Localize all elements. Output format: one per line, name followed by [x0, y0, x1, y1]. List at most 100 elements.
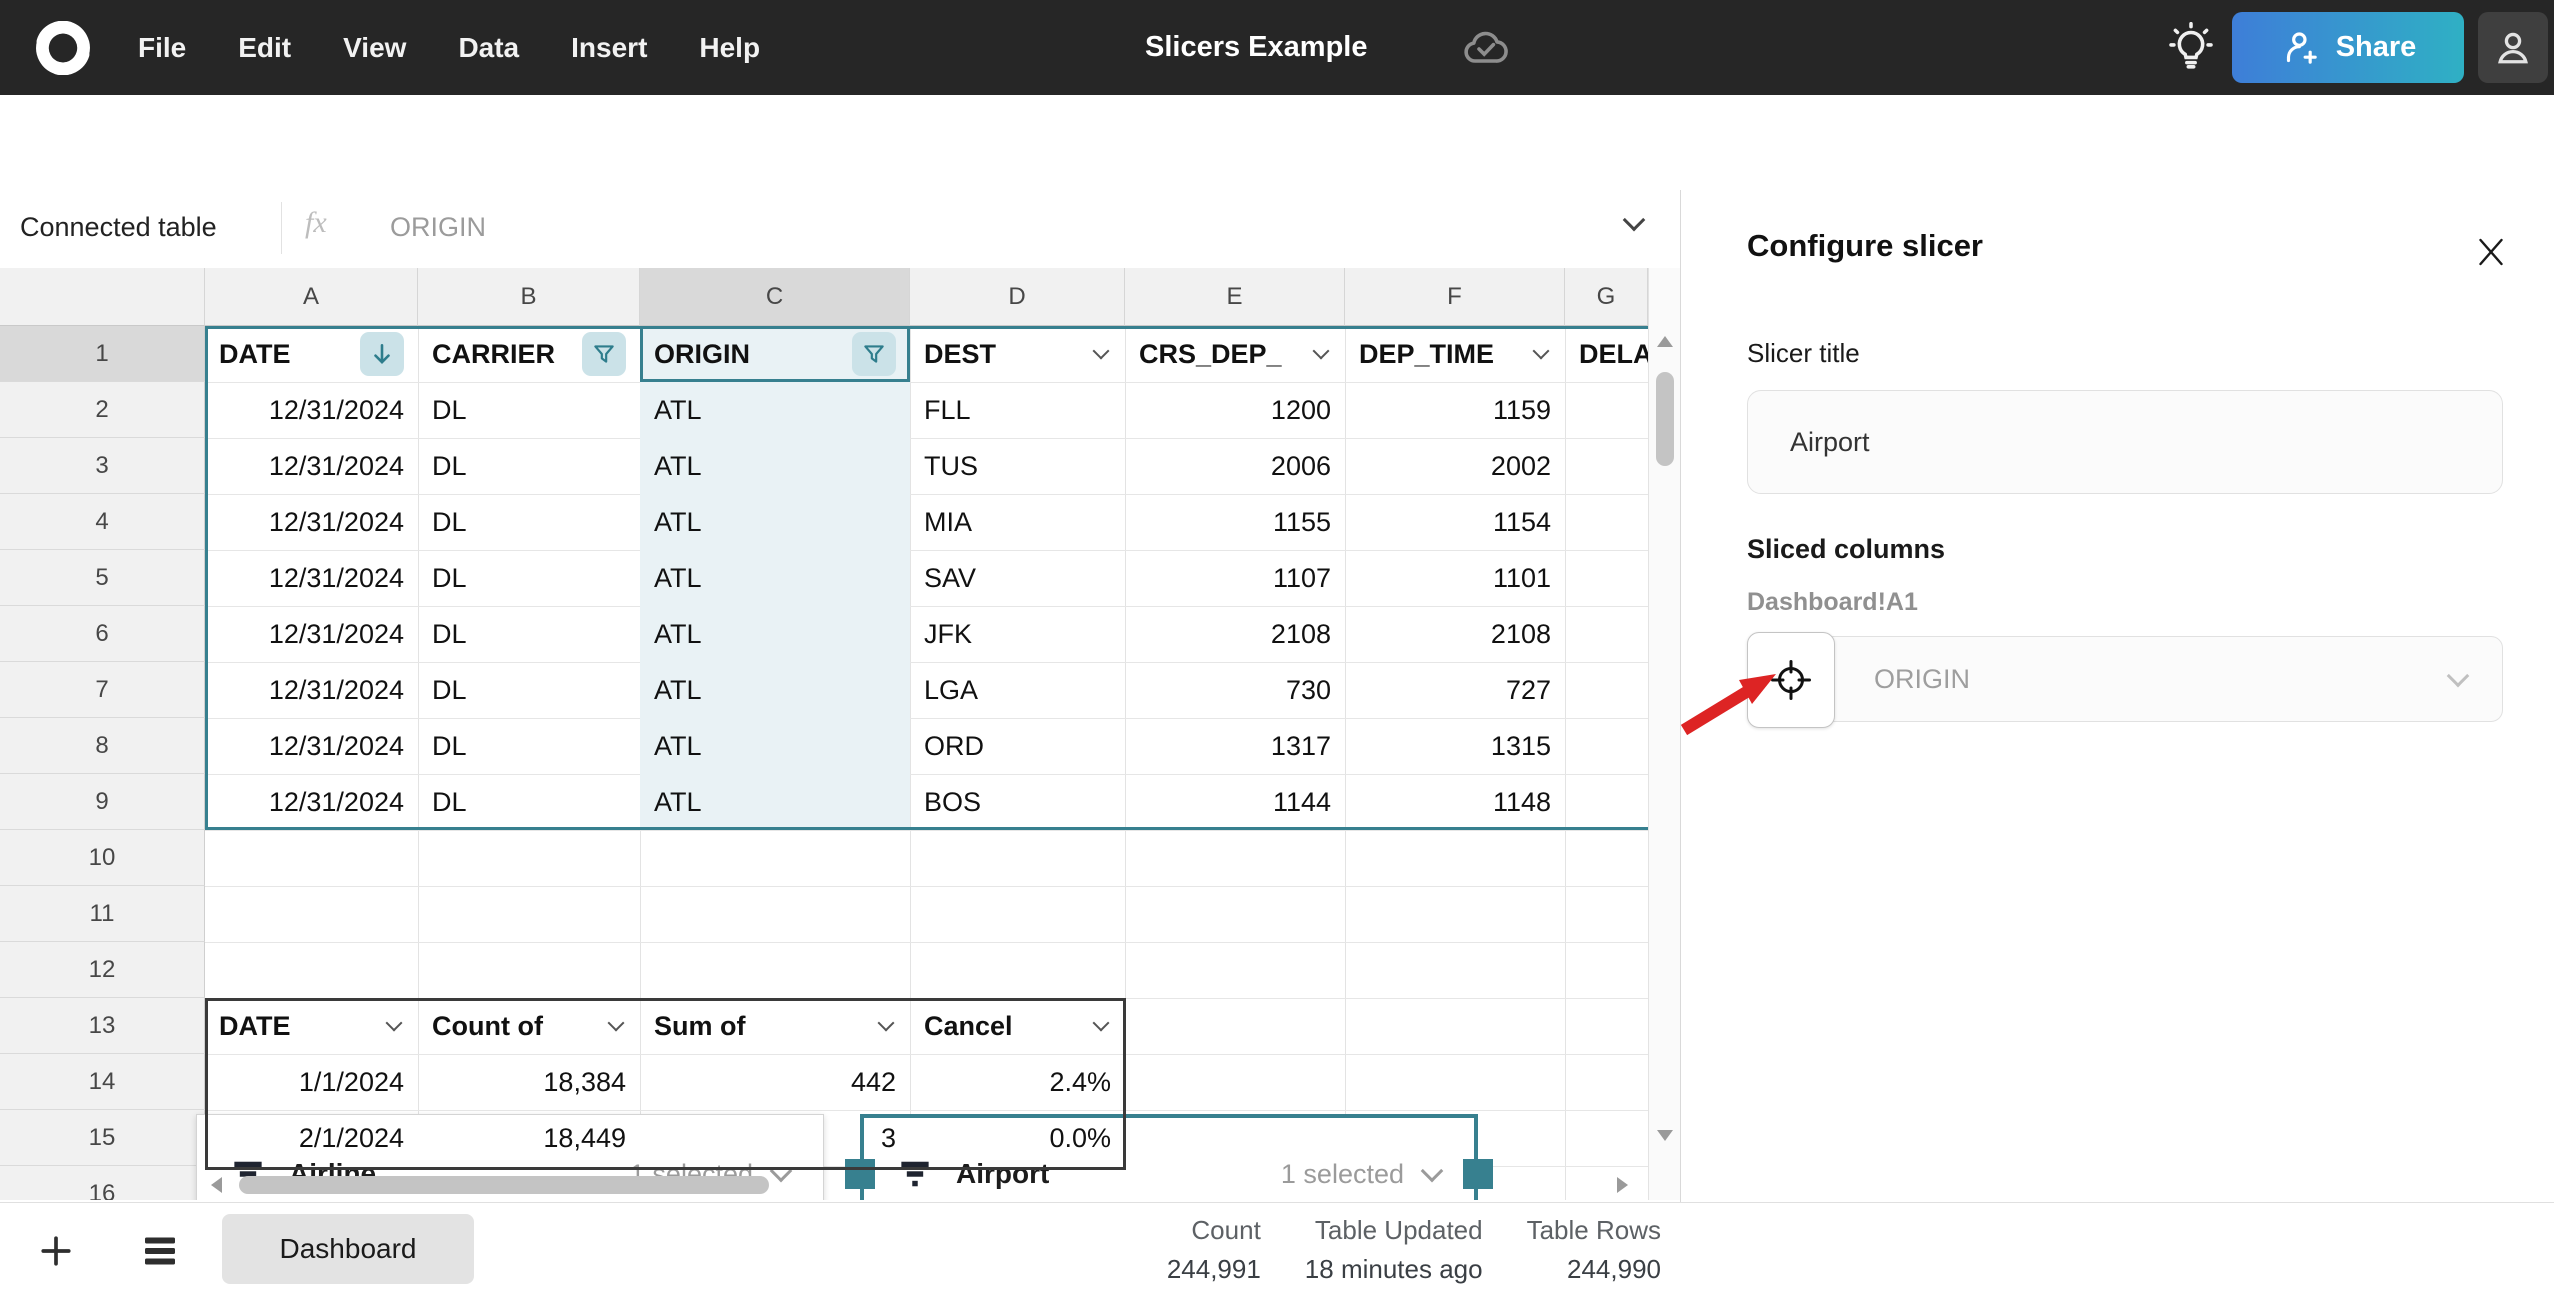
- sheet-tab-dashboard[interactable]: Dashboard: [222, 1214, 474, 1284]
- vertical-scroll-thumb[interactable]: [1656, 372, 1674, 466]
- row-header-1[interactable]: 1: [0, 326, 205, 382]
- pivot-cell[interactable]: 0.0%: [910, 1110, 1125, 1166]
- table-cell[interactable]: 1200: [1125, 382, 1345, 438]
- pivot-header-Count of[interactable]: Count of: [418, 998, 640, 1054]
- table-cell[interactable]: ATL: [640, 438, 910, 494]
- row-header-5[interactable]: 5: [0, 550, 205, 606]
- table-cell[interactable]: 1317: [1125, 718, 1345, 774]
- table-cell[interactable]: DL: [418, 774, 640, 830]
- pivot-cell[interactable]: 442: [640, 1054, 910, 1110]
- row-header-6[interactable]: 6: [0, 606, 205, 662]
- document-title[interactable]: Slicers Example: [1145, 31, 1367, 64]
- table-cell[interactable]: ORD: [910, 718, 1125, 774]
- table-cell[interactable]: LGA: [910, 662, 1125, 718]
- table-cell[interactable]: ATL: [640, 550, 910, 606]
- tips-lightbulb-icon[interactable]: [2166, 22, 2216, 72]
- menu-item-help[interactable]: Help: [673, 32, 786, 64]
- row-header-4[interactable]: 4: [0, 494, 205, 550]
- table-cell[interactable]: 12/31/2024: [205, 494, 418, 550]
- share-button[interactable]: Share: [2232, 12, 2464, 83]
- column-header-F[interactable]: F: [1345, 268, 1565, 326]
- menu-item-edit[interactable]: Edit: [212, 32, 317, 64]
- table-cell[interactable]: 12/31/2024: [205, 718, 418, 774]
- horizontal-scroll-thumb[interactable]: [239, 1176, 769, 1194]
- pivot-header-Cancel[interactable]: Cancel: [910, 998, 1125, 1054]
- sliced-column-select[interactable]: ORIGIN: [1747, 636, 2503, 722]
- header-dropdown-chevron-icon[interactable]: [386, 1015, 403, 1032]
- table-cell[interactable]: DL: [418, 606, 640, 662]
- table-cell[interactable]: 12/31/2024: [205, 550, 418, 606]
- table-cell[interactable]: 2108: [1125, 606, 1345, 662]
- name-box[interactable]: Connected table: [20, 212, 217, 243]
- scroll-right-arrow[interactable]: [1617, 1177, 1628, 1193]
- table-cell[interactable]: 1159: [1345, 382, 1565, 438]
- table-cell[interactable]: DL: [418, 494, 640, 550]
- table-cell[interactable]: ATL: [640, 774, 910, 830]
- menu-item-view[interactable]: View: [317, 32, 432, 64]
- column-header-E[interactable]: E: [1125, 268, 1345, 326]
- row-header-14[interactable]: 14: [0, 1054, 205, 1110]
- menu-item-insert[interactable]: Insert: [545, 32, 673, 64]
- vertical-scrollbar[interactable]: [1648, 268, 1680, 1200]
- table-cell[interactable]: 12/31/2024: [205, 662, 418, 718]
- table-cell[interactable]: MIA: [910, 494, 1125, 550]
- row-header-8[interactable]: 8: [0, 718, 205, 774]
- header-dropdown-chevron-icon[interactable]: [608, 1015, 625, 1032]
- table-cell[interactable]: DL: [418, 550, 640, 606]
- table-cell[interactable]: BOS: [910, 774, 1125, 830]
- table-cell[interactable]: 1107: [1125, 550, 1345, 606]
- table-cell[interactable]: 1101: [1345, 550, 1565, 606]
- table-cell[interactable]: ATL: [640, 382, 910, 438]
- column-header-D[interactable]: D: [910, 268, 1125, 326]
- table-cell[interactable]: 12/31/2024: [205, 774, 418, 830]
- row-header-13[interactable]: 13: [0, 998, 205, 1054]
- column-header-A[interactable]: A: [205, 268, 418, 326]
- table-header-CRS_DEP_[interactable]: CRS_DEP_: [1125, 326, 1345, 382]
- account-avatar-button[interactable]: [2478, 12, 2548, 83]
- column-header-G[interactable]: G: [1565, 268, 1648, 326]
- table-cell[interactable]: ATL: [640, 494, 910, 550]
- pick-range-button[interactable]: [1747, 632, 1835, 728]
- table-cell[interactable]: 1148: [1345, 774, 1565, 830]
- table-cell[interactable]: FLL: [910, 382, 1125, 438]
- close-panel-button[interactable]: [2473, 234, 2509, 270]
- table-cell[interactable]: 12/31/2024: [205, 606, 418, 662]
- table-header-CARRIER[interactable]: CARRIER: [418, 326, 640, 382]
- menu-item-data[interactable]: Data: [432, 32, 545, 64]
- row-header-11[interactable]: 11: [0, 886, 205, 942]
- formula-bar-expand-chevron-icon[interactable]: [1623, 209, 1646, 232]
- table-header-DEP_TIME[interactable]: DEP_TIME: [1345, 326, 1565, 382]
- table-cell[interactable]: 730: [1125, 662, 1345, 718]
- table-cell[interactable]: ATL: [640, 662, 910, 718]
- add-sheet-button[interactable]: [30, 1225, 82, 1277]
- row-header-16[interactable]: 16: [0, 1166, 205, 1200]
- scroll-up-arrow[interactable]: [1657, 336, 1673, 347]
- table-cell[interactable]: 1144: [1125, 774, 1345, 830]
- slicer-title-input[interactable]: Airport: [1747, 390, 2503, 494]
- pivot-cell[interactable]: 3: [640, 1110, 910, 1166]
- column-header-C[interactable]: C: [640, 268, 910, 326]
- scroll-left-arrow[interactable]: [211, 1177, 222, 1193]
- sheet-list-button[interactable]: [132, 1225, 188, 1277]
- row-header-15[interactable]: 15: [0, 1110, 205, 1166]
- header-dropdown-chevron-icon[interactable]: [1093, 1015, 1110, 1032]
- table-cell[interactable]: DL: [418, 382, 640, 438]
- table-cell[interactable]: DL: [418, 662, 640, 718]
- sort-descending-icon[interactable]: [360, 332, 404, 376]
- row-header-12[interactable]: 12: [0, 942, 205, 998]
- select-all-corner[interactable]: [0, 268, 205, 326]
- pivot-cell[interactable]: 18,449: [418, 1110, 640, 1166]
- row-header-9[interactable]: 9: [0, 774, 205, 830]
- table-cell[interactable]: 1315: [1345, 718, 1565, 774]
- pivot-header-DATE[interactable]: DATE: [205, 998, 418, 1054]
- pivot-cell[interactable]: 2/1/2024: [205, 1110, 418, 1166]
- app-logo-icon[interactable]: [36, 21, 90, 75]
- table-cell[interactable]: 12/31/2024: [205, 382, 418, 438]
- header-dropdown-chevron-icon[interactable]: [1093, 343, 1110, 360]
- table-cell[interactable]: 1154: [1345, 494, 1565, 550]
- pivot-cell[interactable]: 1/1/2024: [205, 1054, 418, 1110]
- row-header-2[interactable]: 2: [0, 382, 205, 438]
- horizontal-scrollbar[interactable]: [205, 1172, 1648, 1200]
- row-header-3[interactable]: 3: [0, 438, 205, 494]
- table-cell[interactable]: JFK: [910, 606, 1125, 662]
